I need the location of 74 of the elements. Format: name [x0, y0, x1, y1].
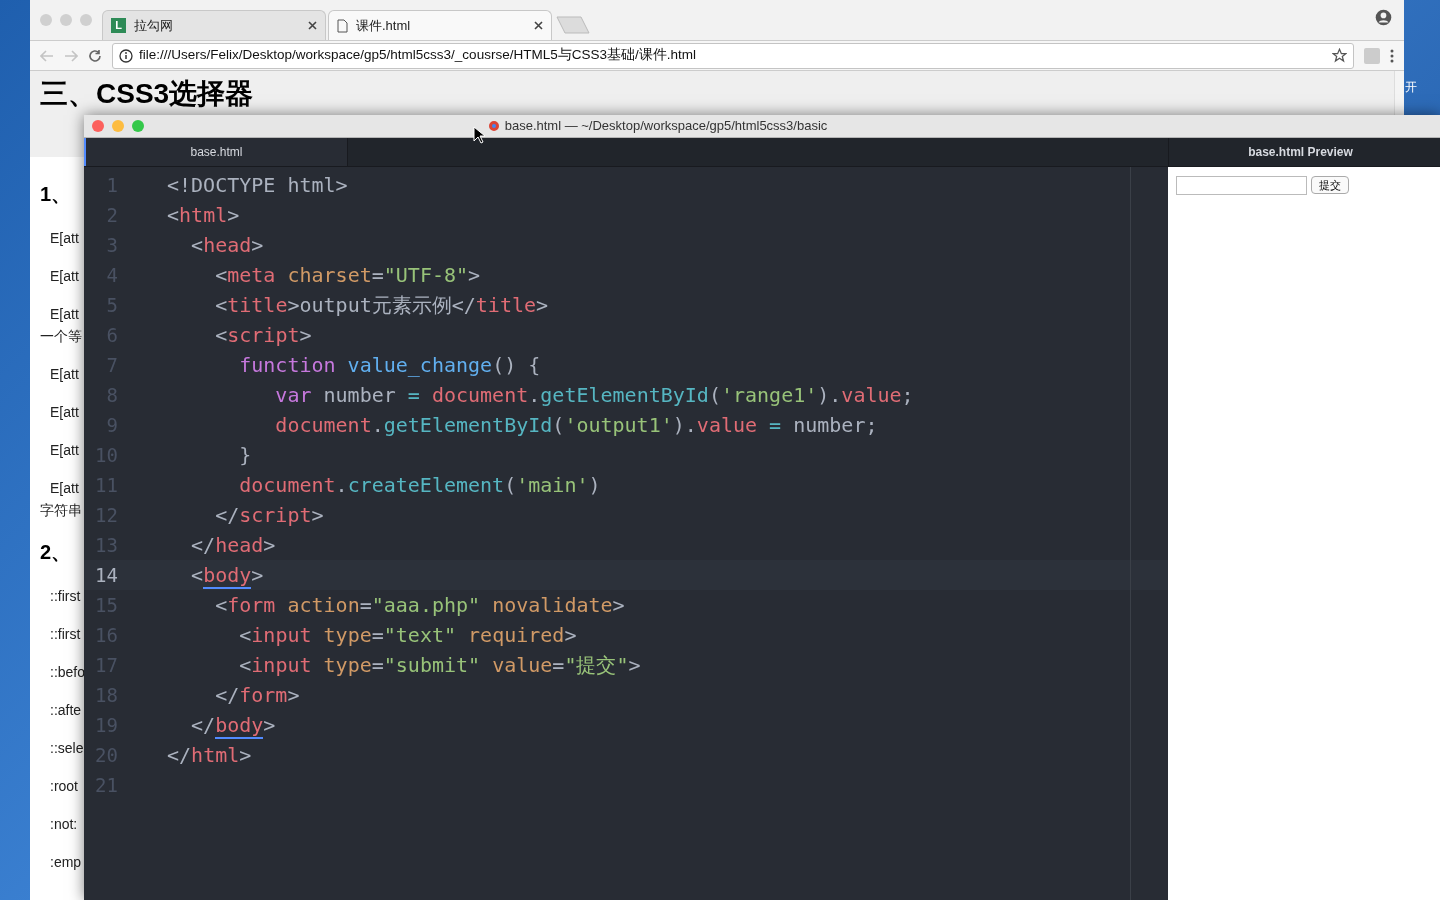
code-line: </script> [214, 502, 324, 529]
code-line: <input type="text" required> [238, 622, 577, 649]
new-tab-icon[interactable] [556, 16, 590, 34]
selector-text: ::first [49, 587, 81, 606]
section-heading: 1、 [40, 182, 72, 207]
url-text: file:///Users/Felix/Desktop/workspace/gp5/html5css3/_cousrse/HTML5与CSS3基础/课件.html [139, 46, 697, 65]
code-line: <body> [190, 562, 264, 589]
selector-text: E[att [49, 365, 79, 384]
code-line: document.createElement('main') [238, 472, 601, 499]
star-icon[interactable] [1332, 48, 1347, 63]
code-line: <html> [167, 202, 240, 229]
description-text: 一个等 [40, 327, 82, 346]
close-icon[interactable] [534, 21, 543, 30]
tab-title: 拉勾网 [134, 16, 174, 35]
selector-text: ::befo [49, 663, 86, 682]
tab-title: 课件.html [356, 16, 412, 35]
reload-icon[interactable] [88, 48, 102, 63]
code-line: } [238, 442, 252, 469]
address-bar[interactable]: file:///Users/Felix/Desktop/workspace/gp5/html5css3/_cousrse/HTML5与CSS3基础/课件.html [112, 42, 1354, 69]
window-control-icon[interactable] [92, 120, 104, 132]
submit-button[interactable]: 提交 [1311, 176, 1349, 194]
code-line: <!DOCTYPE html> [167, 172, 348, 199]
browser-tab[interactable]: L 拉勾网 [102, 10, 326, 40]
code-line: <form action="aaa.php" novalidate> [214, 592, 625, 619]
info-icon[interactable] [119, 48, 133, 63]
code-line: var number = document.getElementById('range1').value; [274, 382, 914, 409]
code-line: </html> [167, 742, 252, 769]
code-line: <input type="submit" value="提交"> [238, 652, 641, 679]
forward-icon[interactable] [64, 49, 78, 62]
selector-text: :root [49, 777, 78, 796]
code-line: <title>output元素示例</title> [214, 292, 549, 319]
page-heading: 三、CSS3选择器 [40, 78, 254, 109]
code-line: <meta charset="UTF-8"> [214, 262, 481, 289]
description-text: 字符串 [40, 501, 82, 520]
profile-icon[interactable] [1375, 8, 1392, 26]
code-line: </form> [214, 682, 300, 709]
selector-text: ::first [49, 625, 81, 644]
selector-text: :emp [49, 853, 82, 872]
window-control-icon[interactable] [132, 120, 144, 132]
window-control-icon[interactable] [80, 14, 92, 26]
extension-icon[interactable] [1364, 47, 1380, 64]
window-control-icon[interactable] [40, 14, 52, 26]
code-line: </head> [190, 532, 276, 559]
browser-logo-icon [488, 121, 499, 131]
code-line: <script> [214, 322, 312, 349]
selector-text: E[att [49, 305, 80, 324]
code-line: document.getElementById('output1').value = number; [274, 412, 878, 439]
code-line: function value_change() { [238, 352, 541, 379]
desktop-text: 开 [1405, 79, 1417, 96]
brand-icon: L [111, 18, 126, 33]
back-icon[interactable] [40, 49, 54, 62]
selector-text: :not: [49, 815, 78, 834]
text-input[interactable] [1176, 176, 1307, 195]
cursor-icon [473, 126, 485, 144]
window-title: base.html — ~/Desktop/workspace/gp5/html5css3/basic [504, 117, 828, 136]
window-control-icon[interactable] [60, 14, 72, 26]
scrollbar[interactable] [1394, 71, 1404, 115]
selector-text: E[att [49, 229, 79, 248]
selector-text: E[att [49, 267, 79, 286]
selector-text: E[att [49, 441, 79, 460]
document-icon [337, 18, 348, 33]
selector-text: E[att [49, 479, 80, 498]
section-heading: 2、 [40, 540, 72, 565]
selector-text: ::afte [49, 701, 82, 720]
close-icon[interactable] [308, 21, 317, 30]
editor-tab[interactable]: base.html [86, 138, 348, 166]
selector-text: E[att [49, 403, 79, 422]
code-line: </body> [190, 712, 276, 739]
code-line: <head> [190, 232, 264, 259]
selector-text: ::sele [49, 739, 84, 758]
line-number: 14 [94, 562, 118, 588]
window-control-icon[interactable] [112, 120, 124, 132]
menu-icon[interactable] [1390, 48, 1394, 63]
browser-tab[interactable]: 课件.html [328, 10, 552, 40]
